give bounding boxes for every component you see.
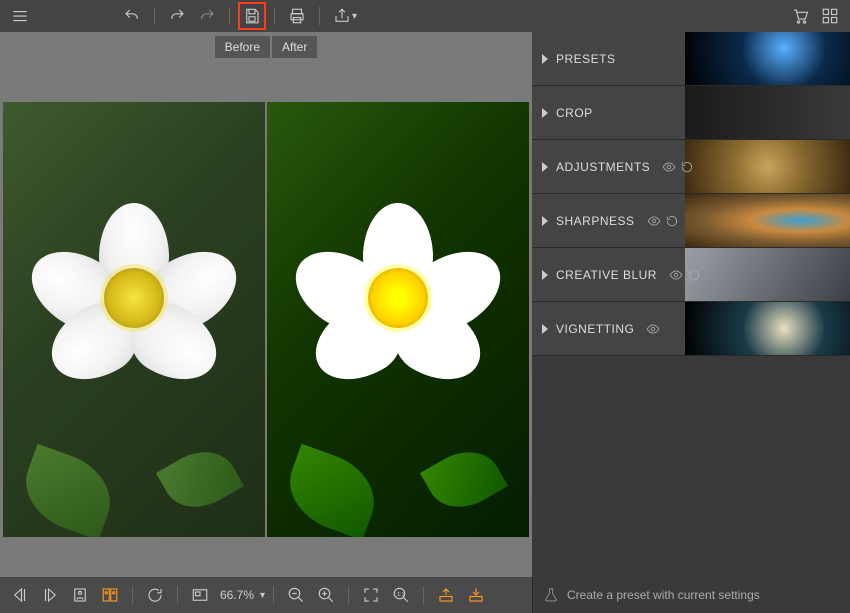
panel-vignetting[interactable]: VIGNETTING <box>532 302 850 356</box>
eye-icon[interactable] <box>662 160 676 174</box>
undo-icon[interactable] <box>118 2 146 30</box>
before-label: Before <box>215 36 270 58</box>
reset-icon[interactable] <box>665 214 679 228</box>
separator <box>132 586 133 604</box>
expand-icon <box>542 54 548 64</box>
history-back-icon[interactable] <box>193 2 221 30</box>
panel-label: ADJUSTMENTS <box>556 160 650 174</box>
separator <box>229 7 230 25</box>
eye-icon[interactable] <box>669 268 683 282</box>
separator <box>274 7 275 25</box>
zoom-in-icon[interactable] <box>312 581 340 609</box>
expand-icon <box>542 216 548 226</box>
expand-icon <box>542 270 548 280</box>
create-preset-button[interactable]: Create a preset with current settings <box>532 577 850 613</box>
separator <box>348 586 349 604</box>
svg-text:1:1: 1:1 <box>397 592 404 598</box>
canvas-area: Before After <box>0 32 532 577</box>
import-icon[interactable] <box>432 581 460 609</box>
cart-icon[interactable] <box>786 2 814 30</box>
panel-adjustments[interactable]: ADJUSTMENTS <box>532 140 850 194</box>
compare-view-icon[interactable] <box>96 581 124 609</box>
eye-icon[interactable] <box>646 322 660 336</box>
after-image <box>267 102 529 537</box>
separator <box>423 586 424 604</box>
after-label: After <box>272 36 317 58</box>
panel-sharpness[interactable]: SHARPNESS <box>532 194 850 248</box>
actual-size-icon[interactable]: 1:1 <box>387 581 415 609</box>
first-image-icon[interactable] <box>6 581 34 609</box>
separator <box>319 7 320 25</box>
reset-icon[interactable] <box>687 268 701 282</box>
separator <box>154 7 155 25</box>
right-sidebar: PRESETS CROP ADJUSTMENTS SHARPNESS C <box>532 32 850 577</box>
panel-presets[interactable]: PRESETS <box>532 32 850 86</box>
compare-labels: Before After <box>0 32 532 62</box>
panel-label: CREATIVE BLUR <box>556 268 657 282</box>
zoom-value: 66.7% <box>216 588 258 602</box>
fit-screen-icon[interactable] <box>357 581 385 609</box>
flask-icon <box>543 587 559 603</box>
rotate-icon[interactable] <box>141 581 169 609</box>
panel-label: PRESETS <box>556 52 616 66</box>
save-button[interactable] <box>238 2 266 30</box>
before-image <box>3 102 265 537</box>
panel-label: CROP <box>556 106 593 120</box>
zoom-dropdown-icon[interactable]: ▾ <box>260 590 265 601</box>
reset-icon[interactable] <box>680 160 694 174</box>
create-preset-label: Create a preset with current settings <box>567 588 760 602</box>
expand-icon <box>542 162 548 172</box>
single-view-icon[interactable] <box>66 581 94 609</box>
panel-crop[interactable]: CROP <box>532 86 850 140</box>
menu-icon[interactable] <box>6 2 34 30</box>
export-icon[interactable] <box>462 581 490 609</box>
panel-label: VIGNETTING <box>556 322 634 336</box>
print-icon[interactable] <box>283 2 311 30</box>
bottom-toolbar: 66.7% ▾ 1:1 <box>0 577 532 613</box>
grid-icon[interactable] <box>816 2 844 30</box>
panel-label: SHARPNESS <box>556 214 635 228</box>
zoom-out-icon[interactable] <box>282 581 310 609</box>
expand-icon <box>542 108 548 118</box>
expand-icon <box>542 324 548 334</box>
separator <box>273 586 274 604</box>
navigator-icon[interactable] <box>186 581 214 609</box>
panel-creative-blur[interactable]: CREATIVE BLUR <box>532 248 850 302</box>
dropdown-caret-icon[interactable]: ▾ <box>352 11 357 22</box>
next-image-icon[interactable] <box>36 581 64 609</box>
separator <box>177 586 178 604</box>
top-toolbar: ▾ <box>0 0 850 32</box>
redo-icon[interactable] <box>163 2 191 30</box>
eye-icon[interactable] <box>647 214 661 228</box>
